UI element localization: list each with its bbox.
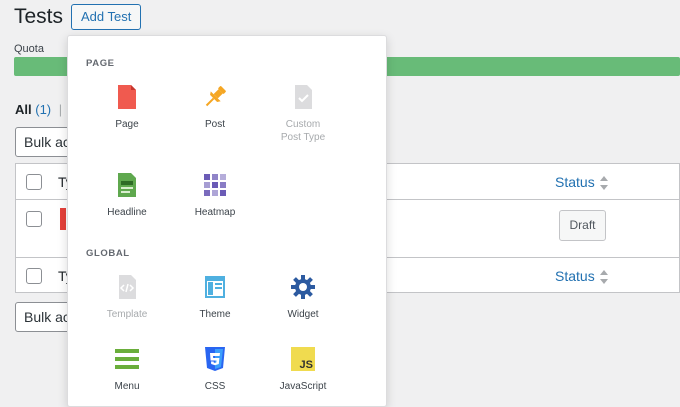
menu-item-label: Theme bbox=[199, 309, 231, 320]
section-title-global: GLOBAL bbox=[86, 248, 130, 259]
menu-item-label: Heatmap bbox=[194, 207, 236, 218]
custom-post-type-icon bbox=[290, 84, 316, 110]
quota-label: Quota bbox=[14, 43, 44, 55]
theme-icon bbox=[202, 274, 228, 300]
select-all-checkbox[interactable] bbox=[26, 174, 42, 190]
menu-item-template[interactable]: Template bbox=[83, 274, 171, 321]
headline-icon bbox=[114, 172, 140, 198]
menu-item-custom-post-type[interactable]: Custom Post Type bbox=[259, 84, 347, 144]
sort-icon bbox=[599, 270, 609, 285]
menu-item-page[interactable]: Page bbox=[83, 84, 171, 131]
sort-icon bbox=[599, 176, 609, 191]
page-type-icon bbox=[60, 208, 66, 230]
menu-item-widget[interactable]: Widget bbox=[259, 274, 347, 321]
section-title-page: PAGE bbox=[86, 58, 115, 69]
row-checkbox[interactable] bbox=[26, 211, 42, 227]
filter-all-count[interactable]: (1) bbox=[35, 102, 51, 117]
page-title: Tests bbox=[14, 5, 64, 28]
js-icon: JS bbox=[290, 346, 316, 372]
menu-item-menu[interactable]: Menu bbox=[83, 346, 171, 393]
add-test-button[interactable]: Add Test bbox=[71, 4, 142, 30]
menu-item-label: Widget bbox=[287, 309, 319, 320]
page-icon bbox=[114, 84, 140, 110]
svg-text:JS: JS bbox=[300, 359, 313, 371]
menu-item-label: JavaScript bbox=[279, 381, 327, 392]
filter-links: All (1) | bbox=[15, 102, 62, 117]
menu-item-css[interactable]: CSS bbox=[171, 346, 259, 393]
menu-item-label: Menu bbox=[114, 381, 140, 392]
menu-item-label: Custom Post Type bbox=[280, 119, 326, 143]
status-header-label: Status bbox=[555, 174, 595, 190]
pushpin-icon bbox=[202, 84, 228, 110]
heatmap-icon bbox=[202, 172, 228, 198]
gear-icon bbox=[290, 274, 316, 300]
add-test-dropdown: PAGE Page Post Custom Post Type Headline bbox=[67, 35, 387, 407]
menu-item-label: Post bbox=[204, 119, 225, 130]
menu-item-label: Headline bbox=[107, 207, 147, 218]
column-status-header[interactable]: Status bbox=[555, 174, 609, 191]
bulk-actions-select-top[interactable]: Bulk ac bbox=[15, 127, 75, 157]
menu-item-label: Page bbox=[115, 119, 139, 130]
css3-icon bbox=[202, 346, 228, 372]
bulk-actions-select-bottom[interactable]: Bulk ac bbox=[15, 302, 75, 332]
filter-all-link[interactable]: All bbox=[15, 102, 32, 117]
menu-icon bbox=[114, 346, 140, 372]
status-footer-label: Status bbox=[555, 268, 595, 284]
menu-item-post[interactable]: Post bbox=[171, 84, 259, 131]
select-all-checkbox-footer[interactable] bbox=[26, 268, 42, 284]
menu-item-label: Template bbox=[106, 309, 148, 320]
filter-separator: | bbox=[58, 102, 63, 117]
menu-item-theme[interactable]: Theme bbox=[171, 274, 259, 321]
menu-item-javascript[interactable]: JS JavaScript bbox=[259, 346, 347, 393]
menu-item-label: CSS bbox=[204, 381, 226, 392]
status-badge: Draft bbox=[559, 210, 606, 241]
template-icon bbox=[114, 274, 140, 300]
menu-item-heatmap[interactable]: Heatmap bbox=[171, 172, 259, 219]
menu-item-headline[interactable]: Headline bbox=[83, 172, 171, 219]
column-status-footer[interactable]: Status bbox=[555, 268, 609, 285]
